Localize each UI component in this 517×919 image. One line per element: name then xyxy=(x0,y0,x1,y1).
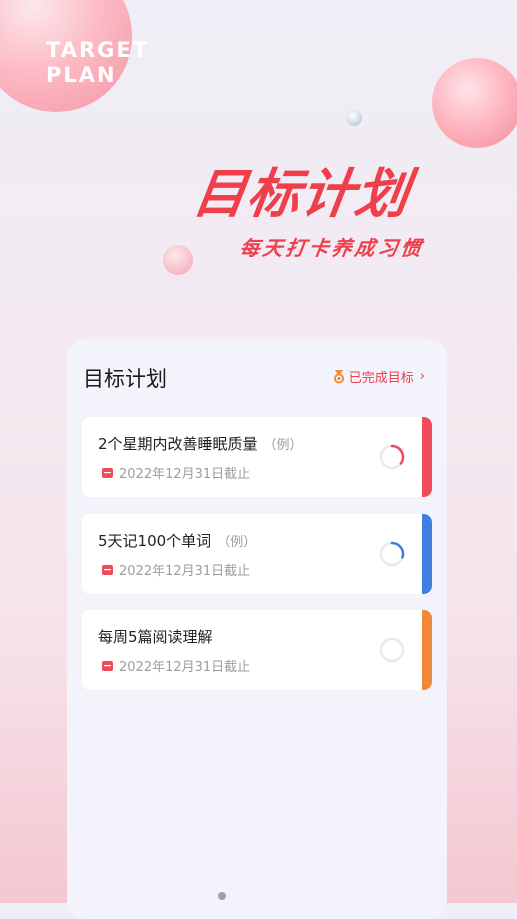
progress-ring-track xyxy=(379,637,405,663)
goal-color-bar xyxy=(422,610,432,690)
goal-title-text: 5天记100个单词 xyxy=(98,532,212,550)
decor-bubble-small xyxy=(163,245,193,275)
goal-title-text: 每周5篇阅读理解 xyxy=(98,628,213,646)
goal-title-text: 2个星期内改善睡眠质量 xyxy=(98,435,258,453)
hero-subtitle: 每天打卡养成习惯 xyxy=(238,236,426,260)
decor-bubble-tiny xyxy=(346,110,362,126)
progress-ring-arc xyxy=(390,541,405,559)
medal-icon xyxy=(333,369,344,383)
progress-ring-icon xyxy=(379,444,405,470)
completed-goals-link[interactable]: 已完成目标 › xyxy=(332,367,425,386)
goal-item[interactable]: 每周5篇阅读理解 2022年12月31日截止 xyxy=(82,610,432,690)
calendar-icon xyxy=(102,468,113,478)
chevron-right-icon: › xyxy=(419,369,425,384)
progress-ring-arc xyxy=(390,444,405,465)
calendar-icon xyxy=(102,565,113,575)
goal-example-tag: （例） xyxy=(217,535,257,550)
calendar-icon xyxy=(102,661,113,671)
goal-deadline-text: 2022年12月31日截止 xyxy=(119,564,251,579)
goal-deadline-text: 2022年12月31日截止 xyxy=(119,660,251,675)
goal-item[interactable]: 2个星期内改善睡眠质量 （例） 2022年12月31日截止 xyxy=(82,417,432,497)
goals-card: 目标计划 已完成目标 › 2个星期内改善睡眠质量 （例） 2022年12月31日截… xyxy=(67,339,447,919)
goal-example-tag: （例） xyxy=(263,438,303,453)
goal-title: 每周5篇阅读理解 xyxy=(98,626,219,647)
brand-logo-text: TARGET PLAN xyxy=(46,38,149,88)
goal-deadline: 2022年12月31日截止 xyxy=(102,656,250,675)
goal-item[interactable]: 5天记100个单词 （例） 2022年12月31日截止 xyxy=(82,514,432,594)
goal-color-bar xyxy=(422,417,432,497)
goal-color-bar xyxy=(422,514,432,594)
brand-line-2: PLAN xyxy=(46,63,117,87)
hero-title: 目标计划 xyxy=(189,164,414,225)
decor-bubble-right xyxy=(432,58,517,148)
goal-deadline: 2022年12月31日截止 xyxy=(102,560,250,579)
brand-line-1: TARGET xyxy=(46,38,150,62)
goal-deadline-text: 2022年12月31日截止 xyxy=(119,467,251,482)
progress-ring-icon xyxy=(379,541,405,567)
goal-title: 5天记100个单词 （例） xyxy=(98,530,256,551)
page-indicator-dot[interactable] xyxy=(218,892,226,900)
progress-ring-icon xyxy=(379,637,405,663)
goal-title: 2个星期内改善睡眠质量 （例） xyxy=(98,433,303,454)
completed-goals-label: 已完成目标 xyxy=(348,371,414,386)
card-title: 目标计划 xyxy=(83,367,167,391)
goal-deadline: 2022年12月31日截止 xyxy=(102,463,250,482)
